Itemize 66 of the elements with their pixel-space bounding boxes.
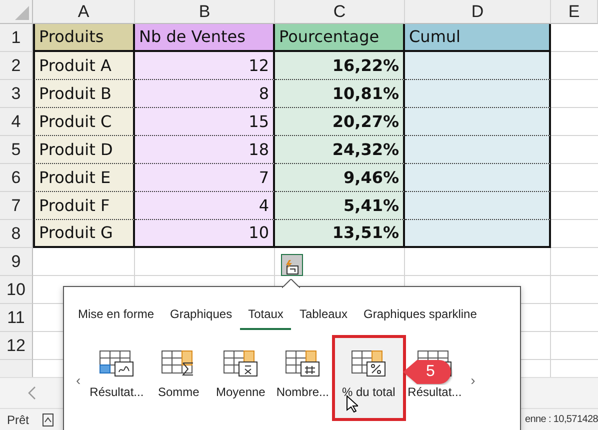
analysis-option[interactable]: Moyenne <box>210 338 271 418</box>
table-mean-icon <box>223 350 258 377</box>
row-header[interactable]: 12 <box>0 332 33 360</box>
panel-tab[interactable]: Mise en forme <box>70 303 162 330</box>
table-cell: 8 <box>135 80 275 108</box>
table-cell: 4 <box>135 192 275 220</box>
row-header[interactable]: 5 <box>0 136 33 164</box>
row-header[interactable]: 9 <box>0 248 33 276</box>
panel-tab[interactable]: Totaux <box>240 303 292 330</box>
table-hash-icon <box>285 350 320 377</box>
panel-tab[interactable]: Graphiques sparkline <box>355 303 485 330</box>
table-cell: 12 <box>135 52 275 80</box>
table-cell: Produit D <box>33 136 135 164</box>
step-callout: 5 <box>403 359 453 385</box>
header-cell: Nb de Ventes <box>135 24 275 52</box>
table-cell: 18 <box>135 136 275 164</box>
scroll-left-icon[interactable] <box>28 386 36 400</box>
column-header[interactable]: B <box>135 0 275 24</box>
table-cell: 13,51% <box>275 220 405 248</box>
column-header[interactable]: C <box>275 0 405 24</box>
header-cell: Pourcentage <box>275 24 405 52</box>
table-cell: 9,46% <box>275 164 405 192</box>
row-header[interactable]: 2 <box>0 52 33 80</box>
table-cell: Produit B <box>33 80 135 108</box>
row-header[interactable]: 1 <box>0 24 33 52</box>
analysis-option[interactable]: Somme <box>148 338 209 418</box>
header-cell: Produits <box>33 24 135 52</box>
row-header[interactable]: 8 <box>0 220 33 248</box>
table-cell: 16,22% <box>275 52 405 80</box>
previous-button[interactable]: ‹ <box>72 370 85 391</box>
table-cell: 10 <box>135 220 275 248</box>
select-all-button[interactable] <box>0 0 33 24</box>
column-header[interactable]: D <box>405 0 551 24</box>
table-percent-icon <box>351 350 386 377</box>
column-header[interactable]: A <box>33 0 135 24</box>
status-text: Prêt <box>7 412 30 428</box>
table-cell: Produit F <box>33 192 135 220</box>
table-cell: Produit G <box>33 220 135 248</box>
analysis-option[interactable]: % du total <box>334 338 403 418</box>
column-header[interactable]: E <box>551 0 598 24</box>
table-cell: 5,41% <box>275 192 405 220</box>
row-header[interactable]: 10 <box>0 276 33 304</box>
table-cell: Produit E <box>33 164 135 192</box>
panel-tab[interactable]: Graphiques <box>162 303 240 330</box>
row-header[interactable]: 3 <box>0 80 33 108</box>
table-cell: Produit C <box>33 108 135 136</box>
triangle-icon <box>15 6 29 20</box>
table-cell: 7 <box>135 164 275 192</box>
row-header[interactable]: 11 <box>0 304 33 332</box>
row-header[interactable]: 6 <box>0 164 33 192</box>
table-cell: 15 <box>135 108 275 136</box>
macro-record-icon[interactable] <box>42 412 54 426</box>
mouse-pointer-icon <box>346 395 358 413</box>
next-button[interactable]: › <box>466 370 480 391</box>
status-summary: enne : 10,571428 <box>524 413 598 427</box>
table-cell: 24,32% <box>275 136 405 164</box>
row-header[interactable]: 7 <box>0 192 33 220</box>
analysis-option[interactable]: Nombre... <box>272 338 333 418</box>
table-cell: 20,27% <box>275 108 405 136</box>
table-cell: 10,81% <box>275 80 405 108</box>
quick-analysis-button[interactable] <box>281 254 303 276</box>
analysis-option[interactable]: Résultat... <box>86 338 147 418</box>
panel-tab[interactable]: Tableaux <box>291 303 356 330</box>
header-cell: Cumul <box>405 24 551 52</box>
table-cell: Produit A <box>33 52 135 80</box>
row-header[interactable]: 4 <box>0 108 33 136</box>
